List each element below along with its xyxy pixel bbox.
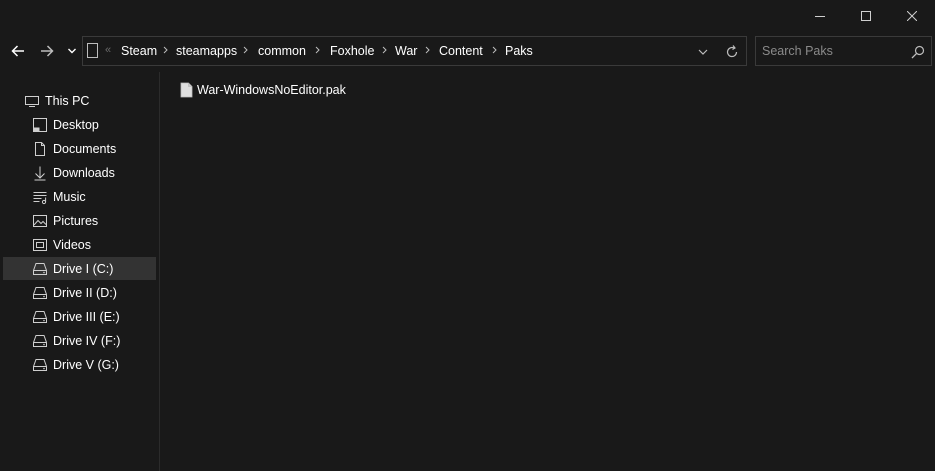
breadcrumb-common[interactable]: common [258, 44, 306, 58]
drive-icon [32, 261, 48, 277]
location-icon [87, 43, 98, 58]
sidebar-item-documents[interactable]: Documents [32, 137, 154, 160]
recent-locations-button[interactable] [66, 40, 78, 62]
download-icon [32, 165, 48, 181]
close-button[interactable] [889, 0, 935, 32]
file-list: War-WindowsNoEditor.pak [160, 72, 935, 471]
chevron-down-icon [68, 48, 76, 54]
sidebar-item-label: Drive IV (F:) [53, 333, 121, 348]
arrow-left-icon [11, 45, 24, 57]
refresh-icon[interactable] [723, 43, 741, 61]
breadcrumb-foxhole[interactable]: Foxhole [330, 44, 374, 58]
navigation-bar: « Steam steamapps common Foxhole War Con… [0, 32, 935, 72]
sidebar-item-label: Desktop [53, 117, 99, 132]
list-item[interactable]: War-WindowsNoEditor.pak [180, 80, 346, 100]
search-icon[interactable] [911, 45, 925, 59]
sidebar-item-label: Music [53, 189, 86, 204]
chevron-right-icon[interactable] [241, 43, 251, 57]
minimize-button[interactable] [797, 0, 843, 32]
chevron-right-icon[interactable] [313, 43, 323, 57]
sidebar-item-drive-g[interactable]: Drive V (G:) [32, 353, 154, 376]
search-input[interactable] [762, 43, 902, 59]
drive-icon [32, 357, 48, 373]
sidebar-item-label: Documents [53, 141, 117, 156]
file-name: War-WindowsNoEditor.pak [197, 83, 346, 97]
breadcrumb-war[interactable]: War [395, 44, 417, 58]
sidebar-item-drive-d[interactable]: Drive II (D:) [32, 281, 154, 304]
breadcrumb-paks[interactable]: Paks [505, 44, 533, 58]
sidebar-item-label: Downloads [53, 165, 115, 180]
sidebar-item-downloads[interactable]: Downloads [32, 161, 154, 184]
sidebar-item-label: Pictures [53, 213, 99, 228]
chevron-right-icon[interactable] [380, 43, 390, 57]
desktop-icon [32, 117, 48, 133]
sidebar-item-desktop[interactable]: Desktop [32, 113, 154, 136]
chevron-right-icon[interactable] [161, 43, 171, 57]
drive-icon [32, 333, 48, 349]
arrow-right-icon [41, 45, 54, 57]
picture-icon [32, 213, 48, 229]
back-button[interactable] [6, 40, 30, 62]
breadcrumb-content[interactable]: Content [439, 44, 483, 58]
close-icon [907, 11, 917, 21]
sidebar-item-pictures[interactable]: Pictures [32, 209, 154, 232]
maximize-button[interactable] [843, 0, 889, 32]
video-icon [32, 237, 48, 253]
sidebar-item-label: This PC [45, 93, 90, 108]
sidebar-item-drive-c[interactable]: Drive I (C:) [3, 257, 156, 280]
search-box[interactable] [755, 36, 932, 66]
breadcrumb-steam[interactable]: Steam [121, 44, 157, 58]
navigation-pane: This PC Desktop Documents Downloads Musi… [0, 72, 159, 471]
sidebar-item-drive-e[interactable]: Drive III (E:) [32, 305, 154, 328]
sidebar-item-drive-f[interactable]: Drive IV (F:) [32, 329, 154, 352]
monitor-icon [24, 93, 40, 109]
chevron-right-icon[interactable] [490, 43, 500, 57]
chevron-right-icon[interactable] [423, 43, 433, 57]
drive-icon [32, 309, 48, 325]
forward-button[interactable] [35, 40, 59, 62]
sidebar-item-label: Drive II (D:) [53, 285, 117, 300]
breadcrumb-steamapps[interactable]: steamapps [176, 44, 237, 58]
sidebar-item-label: Videos [53, 237, 91, 252]
address-bar[interactable]: « Steam steamapps common Foxhole War Con… [82, 36, 747, 66]
sidebar-item-label: Drive V (G:) [53, 357, 119, 372]
sidebar-item-label: Drive III (E:) [53, 309, 120, 324]
sidebar-item-videos[interactable]: Videos [32, 233, 154, 256]
sidebar-item-this-pc[interactable]: This PC [24, 89, 154, 112]
file-icon [180, 82, 193, 98]
document-icon [32, 141, 48, 157]
music-icon [32, 189, 48, 205]
minimize-icon [815, 16, 825, 17]
maximize-icon [861, 11, 871, 21]
sidebar-item-label: Drive I (C:) [53, 261, 114, 276]
drive-icon [32, 285, 48, 301]
breadcrumb-overflow[interactable]: « [105, 44, 111, 56]
title-bar [0, 0, 935, 32]
chevron-down-icon[interactable] [695, 45, 711, 59]
sidebar-item-music[interactable]: Music [32, 185, 154, 208]
